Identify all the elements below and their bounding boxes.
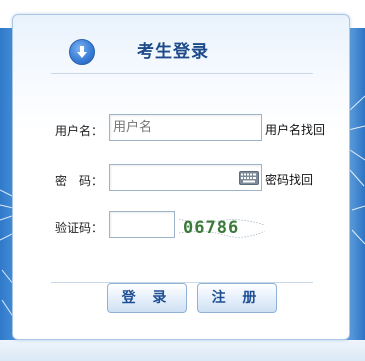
username-recover-link[interactable]: 用户名找回 (265, 121, 325, 138)
username-label: 用户名： (54, 124, 103, 138)
captcha-input[interactable] (109, 211, 175, 238)
keyboard-icon[interactable] (239, 171, 259, 185)
username-input[interactable] (109, 114, 262, 141)
captcha-text: 06786 (183, 218, 239, 238)
login-panel: 考生登录 用户名： 用户名找回 密 码： 密码找回 验证码： 06786 登 录… (12, 14, 350, 340)
captcha-image[interactable]: 06786 (179, 211, 265, 241)
register-button[interactable]: 注 册 (197, 283, 277, 313)
download-arrow-icon (69, 39, 95, 65)
login-button[interactable]: 登 录 (107, 283, 187, 313)
panel-title: 考生登录 (137, 42, 209, 62)
captcha-label: 验证码： (54, 221, 103, 235)
divider (51, 73, 313, 74)
password-label: 密 码： (54, 174, 103, 188)
password-recover-link[interactable]: 密码找回 (265, 171, 313, 188)
